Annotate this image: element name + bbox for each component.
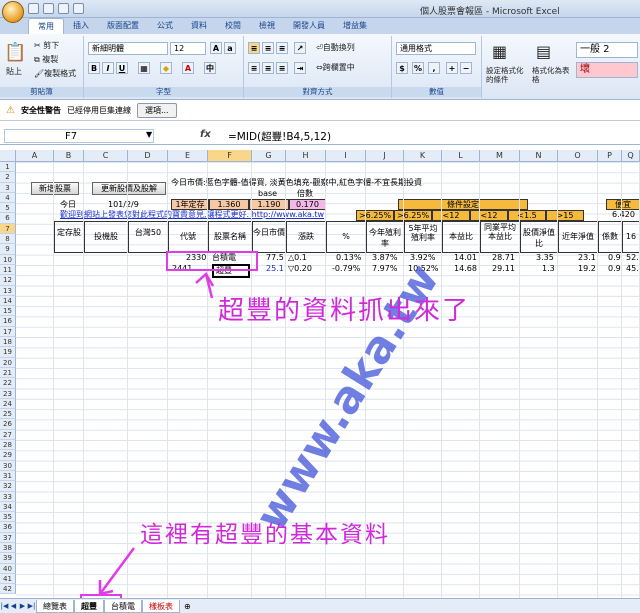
sheet-tab-overview[interactable]: 總覽表 [36,599,74,613]
sheet-tab-bar: |◀ ◀ ▶ ▶| 總覽表 超豐 台積電 樣板表 ⊕ [0,598,640,613]
insert-sheet-icon[interactable]: ⊕ [180,602,195,611]
callout-data-fetched: 超豐的資料抓出來了 [218,296,471,326]
next-sheet-icon[interactable]: ▶ [18,602,27,610]
arrow-bottom-shaft [98,547,136,595]
arrow-top-head [195,272,215,287]
sheet-tab-chaofeng[interactable]: 超豐 [74,599,104,613]
first-sheet-icon[interactable]: |◀ [0,602,9,610]
sheet-tab-template[interactable]: 樣板表 [142,599,180,613]
prev-sheet-icon[interactable]: ◀ [9,602,18,610]
sheet-tab-tsmc[interactable]: 台積電 [104,599,142,613]
callout-basic-data: 這裡有超豐的基本資料 [140,522,390,548]
last-sheet-icon[interactable]: ▶| [27,602,36,610]
office-button[interactable] [2,1,24,23]
